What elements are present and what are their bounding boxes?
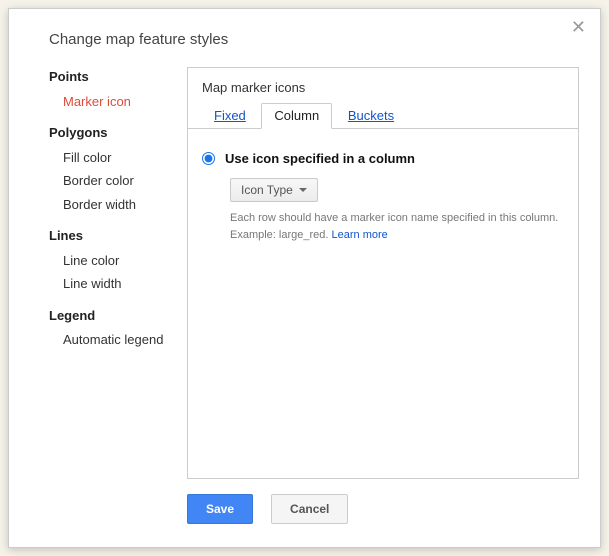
cancel-button[interactable]: Cancel xyxy=(271,494,348,524)
footer-buttons: Save Cancel xyxy=(187,494,348,524)
close-icon[interactable]: ✕ xyxy=(567,15,590,40)
tabs: Fixed Column Buckets xyxy=(188,103,578,129)
icon-column-dropdown[interactable]: Icon Type xyxy=(230,178,318,202)
help-text: Each row should have a marker icon name … xyxy=(230,210,564,243)
panel-body: Use icon specified in a column Icon Type… xyxy=(188,129,578,257)
tab-buckets[interactable]: Buckets xyxy=(336,104,406,128)
sidebar-item-fill-color[interactable]: Fill color xyxy=(49,146,179,170)
sidebar-item-line-color[interactable]: Line color xyxy=(49,249,179,273)
sidebar-group-points: Points xyxy=(49,67,179,87)
help-line-1: Each row should have a marker icon name … xyxy=(230,212,558,224)
main-panel: Map marker icons Fixed Column Buckets Us… xyxy=(187,67,579,479)
sidebar-item-border-width[interactable]: Border width xyxy=(49,193,179,217)
radio-label-column-icon: Use icon specified in a column xyxy=(225,151,415,166)
chevron-down-icon xyxy=(299,188,307,192)
sidebar-item-border-color[interactable]: Border color xyxy=(49,169,179,193)
sidebar-group-legend: Legend xyxy=(49,306,179,326)
sidebar-item-line-width[interactable]: Line width xyxy=(49,272,179,296)
dialog: ✕ Change map feature styles Points Marke… xyxy=(8,8,601,548)
save-button[interactable]: Save xyxy=(187,494,253,524)
help-line-2: Example: large_red. xyxy=(230,229,332,241)
learn-more-link[interactable]: Learn more xyxy=(332,229,388,241)
sidebar-group-polygons: Polygons xyxy=(49,123,179,143)
sidebar-group-lines: Lines xyxy=(49,226,179,246)
tab-column[interactable]: Column xyxy=(261,103,332,129)
sidebar: Points Marker icon Polygons Fill color B… xyxy=(49,67,179,352)
radio-input-column-icon[interactable] xyxy=(202,152,215,165)
dialog-title: Change map feature styles xyxy=(49,31,228,48)
panel-title: Map marker icons xyxy=(188,68,578,103)
tab-fixed[interactable]: Fixed xyxy=(202,104,258,128)
dropdown-label: Icon Type xyxy=(241,183,293,197)
sidebar-item-automatic-legend[interactable]: Automatic legend xyxy=(49,328,179,352)
sidebar-item-marker-icon[interactable]: Marker icon xyxy=(49,90,179,114)
radio-option-column-icon[interactable]: Use icon specified in a column xyxy=(202,151,564,166)
